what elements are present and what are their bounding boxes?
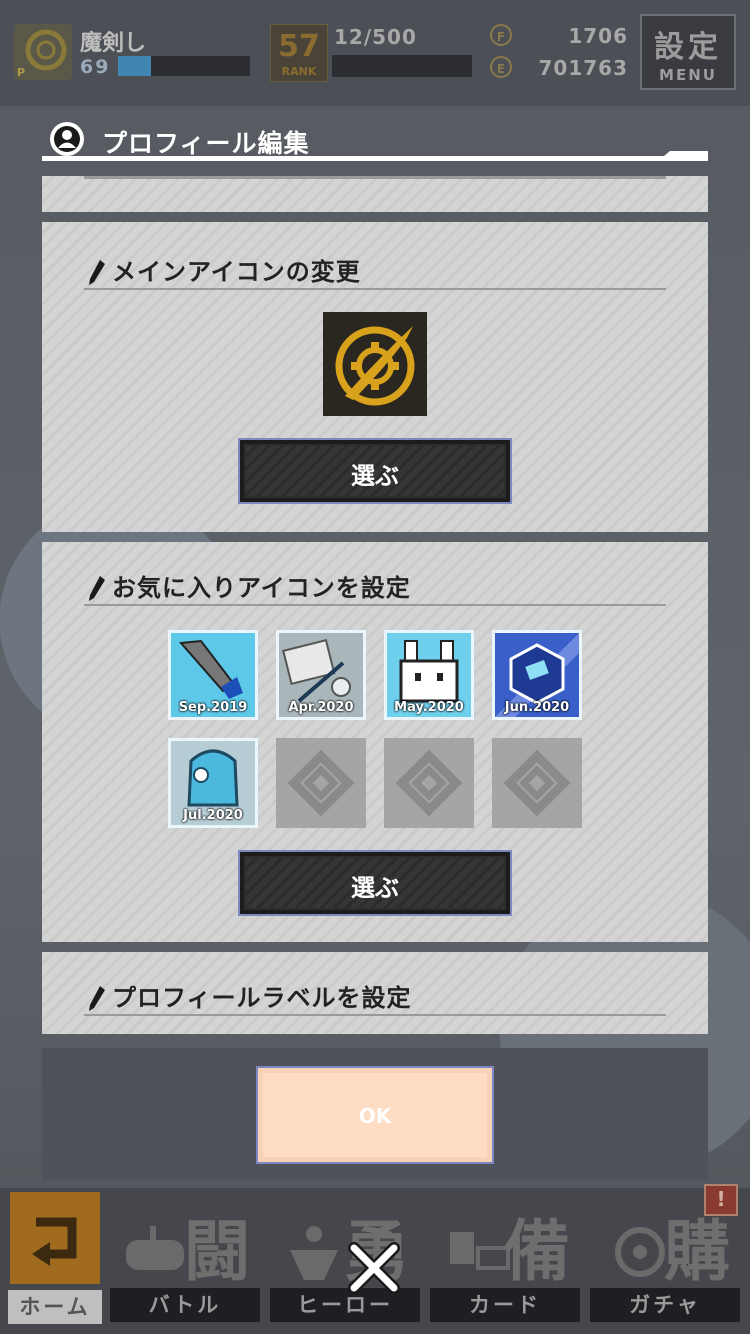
gacha-capsule-icon bbox=[615, 1227, 665, 1277]
battle-kanji: 闘 bbox=[184, 1213, 250, 1290]
favorite-slot-4[interactable]: Jun.2020 bbox=[492, 630, 582, 720]
gacha-nav-label: ガチャ bbox=[590, 1288, 740, 1322]
player-name: 魔剣し bbox=[80, 31, 147, 56]
main-icon-section-title: メインアイコンの変更 bbox=[112, 258, 361, 286]
empty-slot-icon bbox=[287, 749, 355, 817]
favorite-section-header: お気に入りアイコンを設定 bbox=[84, 564, 666, 606]
f-coin-icon: F bbox=[490, 24, 512, 46]
gamepad-icon bbox=[126, 1226, 184, 1270]
favorite-icons-panel: お気に入りアイコンを設定 Sep.2019 Apr.2020 May.2020 bbox=[42, 542, 708, 942]
menu-label: MENU bbox=[659, 66, 717, 84]
currency-2-value: 701763 bbox=[538, 56, 628, 80]
battle-nav-button[interactable]: 闘 バトル bbox=[110, 1192, 260, 1328]
favorite-section-title: お気に入りアイコンを設定 bbox=[112, 574, 411, 602]
profile-label-section-header: プロフィールラベルを設定 bbox=[84, 974, 666, 1016]
rank-label: RANK bbox=[281, 65, 317, 78]
currency-1-value: 1706 bbox=[568, 24, 628, 48]
favorite-slot-5[interactable]: Jul.2020 bbox=[168, 738, 258, 828]
menu-kanji: 設定 bbox=[654, 30, 722, 65]
status-bar: P 魔剣し 69 57 RANK 12/500 F 1706 E 701763 … bbox=[0, 0, 750, 106]
svg-text:P: P bbox=[17, 66, 25, 79]
rank-badge: 57 RANK bbox=[270, 24, 328, 82]
main-icon-panel: メインアイコンの変更 選ぶ bbox=[42, 222, 708, 532]
profile-label-panel: プロフィールラベルを設定 bbox=[42, 952, 708, 1034]
dialog-header: プロフィール編集 bbox=[42, 118, 708, 164]
close-icon[interactable] bbox=[346, 1240, 402, 1296]
favorite-slot-8[interactable] bbox=[492, 738, 582, 828]
main-icon-select-label: 選ぶ bbox=[351, 462, 399, 490]
main-icon-section-header: メインアイコンの変更 bbox=[84, 248, 666, 290]
favorite-select-button[interactable]: 選ぶ bbox=[238, 850, 512, 916]
home-nav-button[interactable] bbox=[10, 1192, 100, 1284]
favorite-slot-2[interactable]: Apr.2020 bbox=[276, 630, 366, 720]
gear-emblem-icon bbox=[335, 326, 415, 406]
rank-progress-text: 12/500 bbox=[334, 25, 417, 49]
favorite-slot-6[interactable] bbox=[276, 738, 366, 828]
battle-nav-label: バトル bbox=[110, 1288, 260, 1322]
ok-button[interactable]: OK bbox=[256, 1066, 494, 1164]
e-coin-icon: E bbox=[490, 56, 512, 78]
favorite-slot-3[interactable]: May.2020 bbox=[384, 630, 474, 720]
user-icon bbox=[50, 122, 84, 156]
card-nav-label: カード bbox=[430, 1288, 580, 1322]
favorite-select-label: 選ぶ bbox=[351, 874, 399, 902]
return-arrow-icon bbox=[32, 1217, 77, 1266]
xp-fill bbox=[118, 56, 151, 76]
pencil-icon bbox=[89, 576, 105, 601]
main-icon bbox=[323, 312, 427, 416]
pencil-icon bbox=[89, 986, 105, 1011]
card-nav-button[interactable]: 備 カード bbox=[430, 1192, 580, 1328]
player-avatar[interactable]: P bbox=[14, 24, 72, 80]
notification-badge: ! bbox=[704, 1184, 738, 1216]
header-underline bbox=[42, 156, 708, 161]
ok-footer: OK bbox=[42, 1048, 708, 1180]
empty-slot-icon bbox=[395, 749, 463, 817]
ok-label: OK bbox=[358, 1104, 392, 1128]
hero-figure-icon bbox=[290, 1226, 338, 1280]
xp-bar bbox=[118, 56, 250, 76]
card-kanji: 備 bbox=[504, 1213, 570, 1290]
player-level: 69 bbox=[80, 56, 111, 78]
favorite-slot-1[interactable]: Sep.2019 bbox=[168, 630, 258, 720]
rank-progress-bar bbox=[332, 55, 472, 77]
scrolled-panel-top bbox=[42, 176, 708, 212]
profile-label-section-title: プロフィールラベルを設定 bbox=[112, 984, 412, 1012]
empty-slot-icon bbox=[503, 749, 571, 817]
main-icon-select-button[interactable]: 選ぶ bbox=[238, 438, 512, 504]
home-nav-label: ホーム bbox=[8, 1290, 102, 1324]
dialog-title: プロフィール編集 bbox=[102, 129, 310, 158]
favorite-slot-7[interactable] bbox=[384, 738, 474, 828]
menu-button[interactable]: 設定 MENU bbox=[640, 14, 736, 90]
rank-number: 57 bbox=[278, 29, 320, 64]
header-underline-accent bbox=[658, 151, 708, 161]
pencil-icon bbox=[89, 260, 105, 285]
